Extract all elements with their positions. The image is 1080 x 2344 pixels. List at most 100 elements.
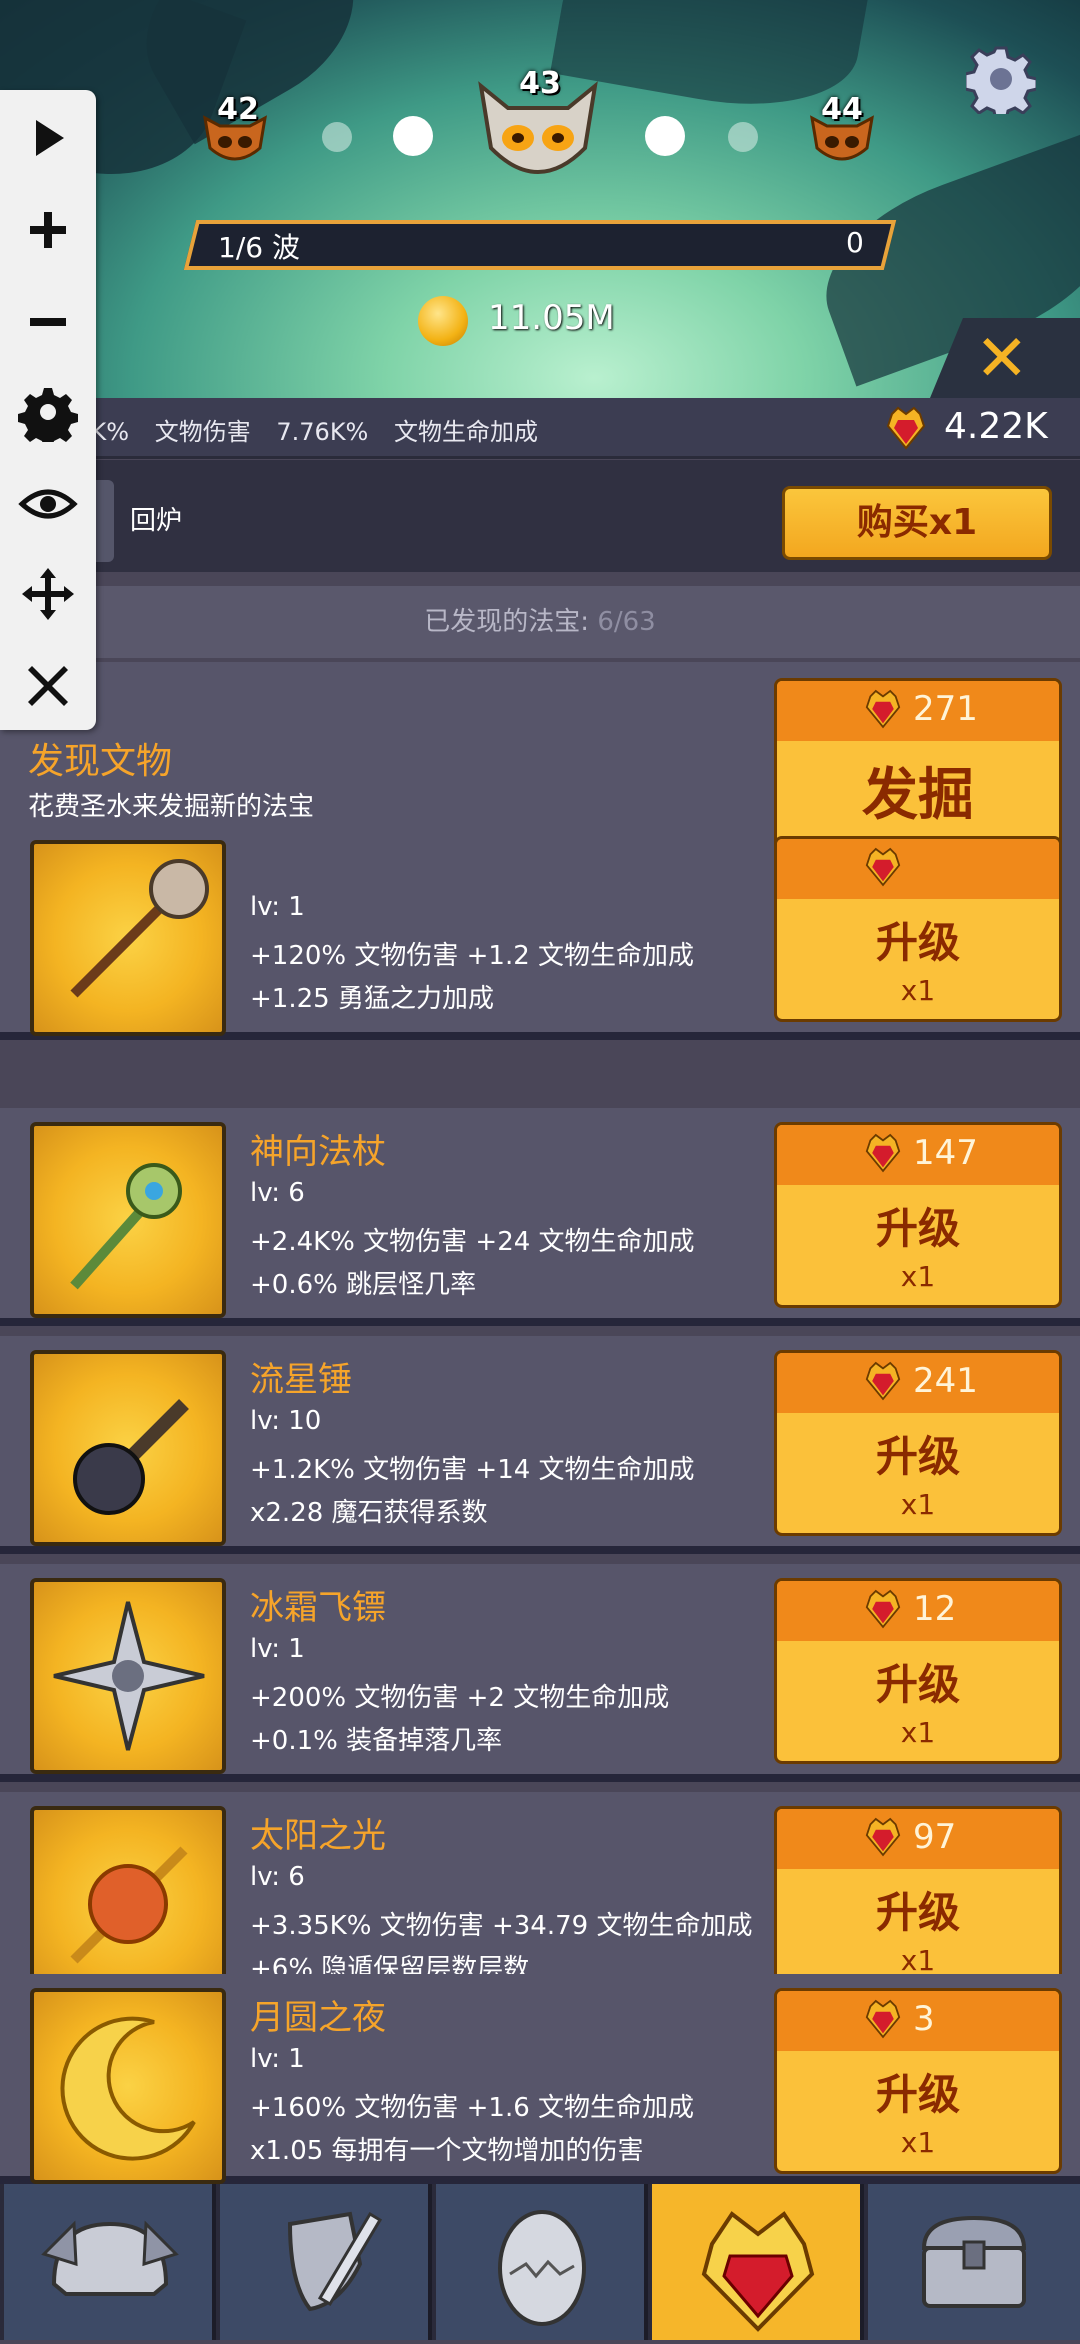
ruby-gem-icon bbox=[865, 847, 901, 887]
ruby-crest-icon bbox=[701, 2211, 815, 2332]
skull-icon bbox=[810, 115, 874, 161]
close-icon[interactable]: ✕ bbox=[975, 322, 1029, 396]
cost-bar: 12 bbox=[777, 1581, 1059, 1641]
relic-row: 流星锤 lv: 10 +1.2K% 文物伤害 +14 文物生命加成 x2.28 魔石获… bbox=[0, 1336, 1080, 1554]
excavate-cost: 271 bbox=[913, 689, 978, 729]
relic-row: lv: 1 +120% 文物伤害 +1.2 文物生命加成 +1.25 勇猛之力加成 升… bbox=[0, 836, 1080, 1040]
cost-bar: 241 bbox=[777, 1353, 1059, 1413]
floating-tool-panel bbox=[0, 90, 96, 730]
relic-level: lv: 6 bbox=[250, 1862, 305, 1892]
move-icon[interactable] bbox=[18, 564, 78, 624]
crescent-moon-icon bbox=[60, 2016, 196, 2161]
stage-dot bbox=[645, 116, 685, 156]
relic-thumbnail bbox=[30, 1578, 226, 1774]
stage-dot bbox=[322, 122, 352, 152]
ruby-gem-icon bbox=[886, 406, 926, 450]
upgrade-button[interactable]: 升级 x1 bbox=[774, 836, 1062, 1022]
upgrade-cost: 147 bbox=[913, 1133, 978, 1173]
relic-effect-2: x2.28 魔石获得系数 bbox=[250, 1498, 488, 1528]
relic-name: 神向法杖 bbox=[250, 1132, 386, 1172]
relic-thumbnail bbox=[30, 1806, 226, 2002]
relic-level: lv: 6 bbox=[250, 1178, 305, 1208]
skull-icon bbox=[203, 115, 267, 161]
buy-button[interactable]: 购买x1 bbox=[782, 486, 1052, 560]
ruby-gem-icon bbox=[865, 1133, 901, 1173]
settings-gear-icon[interactable] bbox=[966, 44, 1036, 114]
shield-sword-icon bbox=[287, 2211, 383, 2312]
nav-tab-chest[interactable] bbox=[868, 2184, 1080, 2340]
nav-tab-pets[interactable] bbox=[436, 2184, 648, 2340]
relic-effect-2: x1.05 每拥有一个文物增加的伤害 bbox=[250, 2136, 644, 2166]
ruby-gem-icon bbox=[865, 1999, 901, 2039]
ruby-gem-icon bbox=[865, 1589, 901, 1629]
upgrade-multiplier: x1 bbox=[900, 974, 936, 1007]
relic-thumbnail bbox=[30, 1988, 226, 2184]
plus-icon[interactable] bbox=[18, 200, 78, 260]
relic-row: 冰霜飞镖 lv: 1 +200% 文物伤害 +2 文物生命加成 +0.1% 装备掉落几… bbox=[0, 1564, 1080, 1782]
dmg-label: 文物伤害 bbox=[154, 418, 251, 446]
upgrade-label: 升级 bbox=[875, 1432, 960, 1481]
relic-row: 月圆之夜 lv: 1 +160% 文物伤害 +1.6 文物生命加成 x1.05 每拥有… bbox=[0, 1974, 1080, 2184]
recycle-label: 回炉 bbox=[130, 506, 183, 536]
hp-label: 文物生命加成 bbox=[394, 418, 538, 446]
discover-desc: 花费圣水来发掘新的法宝 bbox=[28, 792, 315, 822]
relic-thumbnail bbox=[30, 840, 226, 1036]
relic-effect-1: +1.2K% 文物伤害 +14 文物生命加成 bbox=[250, 1455, 695, 1485]
relic-stats-bar: 43K% 文物伤害 7.76K% 文物生命加成 4.22K bbox=[0, 398, 1080, 459]
eye-icon[interactable] bbox=[18, 474, 78, 534]
treasure-chest-icon bbox=[921, 2215, 1027, 2308]
discovered-count: 6/63 bbox=[597, 607, 656, 637]
staff-icon bbox=[70, 1163, 182, 1290]
upgrade-cost: 12 bbox=[913, 1589, 957, 1629]
relic-thumbnail bbox=[30, 1350, 226, 1546]
upgrade-label: 升级 bbox=[875, 1204, 960, 1253]
relic-name: 流星锤 bbox=[250, 1360, 352, 1400]
upgrade-label: 升级 bbox=[875, 1888, 960, 1937]
wave-label: 1/6 波 bbox=[218, 231, 300, 264]
relic-effect-1: +120% 文物伤害 +1.2 文物生命加成 bbox=[250, 941, 695, 971]
upgrade-cost: 241 bbox=[913, 1361, 978, 1401]
relic-name: 冰霜飞镖 bbox=[250, 1588, 386, 1628]
nav-tab-hero[interactable] bbox=[4, 2184, 216, 2340]
play-icon[interactable] bbox=[18, 108, 78, 168]
discovered-count-bar: 已发现的法宝: 6/63 bbox=[0, 586, 1080, 658]
upgrade-multiplier: x1 bbox=[900, 1716, 936, 1749]
stage-dot bbox=[393, 116, 433, 156]
upgrade-button[interactable]: 12 升级 x1 bbox=[774, 1578, 1062, 1764]
stage-dot bbox=[728, 122, 758, 152]
relic-name: 太阳之光 bbox=[250, 1816, 386, 1856]
nav-tab-relics[interactable] bbox=[652, 2184, 864, 2340]
upgrade-button[interactable]: 97 升级 x1 bbox=[774, 1806, 1062, 1992]
hp-value: 7.76K% bbox=[276, 418, 369, 446]
mace-icon bbox=[73, 1399, 189, 1515]
cost-bar: 147 bbox=[777, 1125, 1059, 1185]
cost-bar: 3 bbox=[777, 1991, 1059, 2051]
egg-icon bbox=[498, 2210, 586, 2326]
nav-tab-equipment[interactable] bbox=[220, 2184, 432, 2340]
upgrade-cost: 97 bbox=[913, 1817, 957, 1857]
upgrade-multiplier: x1 bbox=[900, 1260, 936, 1293]
relic-effect-1: +2.4K% 文物伤害 +24 文物生命加成 bbox=[250, 1227, 695, 1257]
ruby-gem-icon bbox=[865, 1361, 901, 1401]
upgrade-button[interactable]: 241 升级 x1 bbox=[774, 1350, 1062, 1536]
relic-effect-2: +1.25 勇猛之力加成 bbox=[250, 984, 494, 1014]
upgrade-button[interactable]: 3 升级 x1 bbox=[774, 1988, 1062, 2174]
minus-icon[interactable] bbox=[18, 292, 78, 352]
close-icon[interactable] bbox=[18, 656, 78, 716]
ruby-gem-icon bbox=[865, 1817, 901, 1857]
upgrade-cost: 3 bbox=[913, 1999, 935, 2039]
gold-coin-icon bbox=[418, 296, 468, 346]
helmet-icon bbox=[41, 2220, 179, 2296]
stats-text: 43K% 文物伤害 7.76K% 文物生命加成 bbox=[60, 412, 556, 447]
sun-orb-icon bbox=[70, 1846, 188, 1964]
upgrade-multiplier: x1 bbox=[900, 1488, 936, 1521]
gear-icon[interactable] bbox=[18, 382, 78, 442]
gem-total: 4.22K bbox=[944, 406, 1048, 447]
upgrade-multiplier: x1 bbox=[900, 2126, 936, 2159]
upgrade-button[interactable]: 147 升级 x1 bbox=[774, 1122, 1062, 1308]
relic-effect-1: +160% 文物伤害 +1.6 文物生命加成 bbox=[250, 2093, 695, 2123]
relic-level: lv: 1 bbox=[250, 892, 305, 922]
discovered-label: 已发现的法宝: bbox=[424, 607, 590, 637]
boss-skull-icon bbox=[478, 81, 598, 174]
excavate-label: 发掘 bbox=[862, 763, 974, 828]
